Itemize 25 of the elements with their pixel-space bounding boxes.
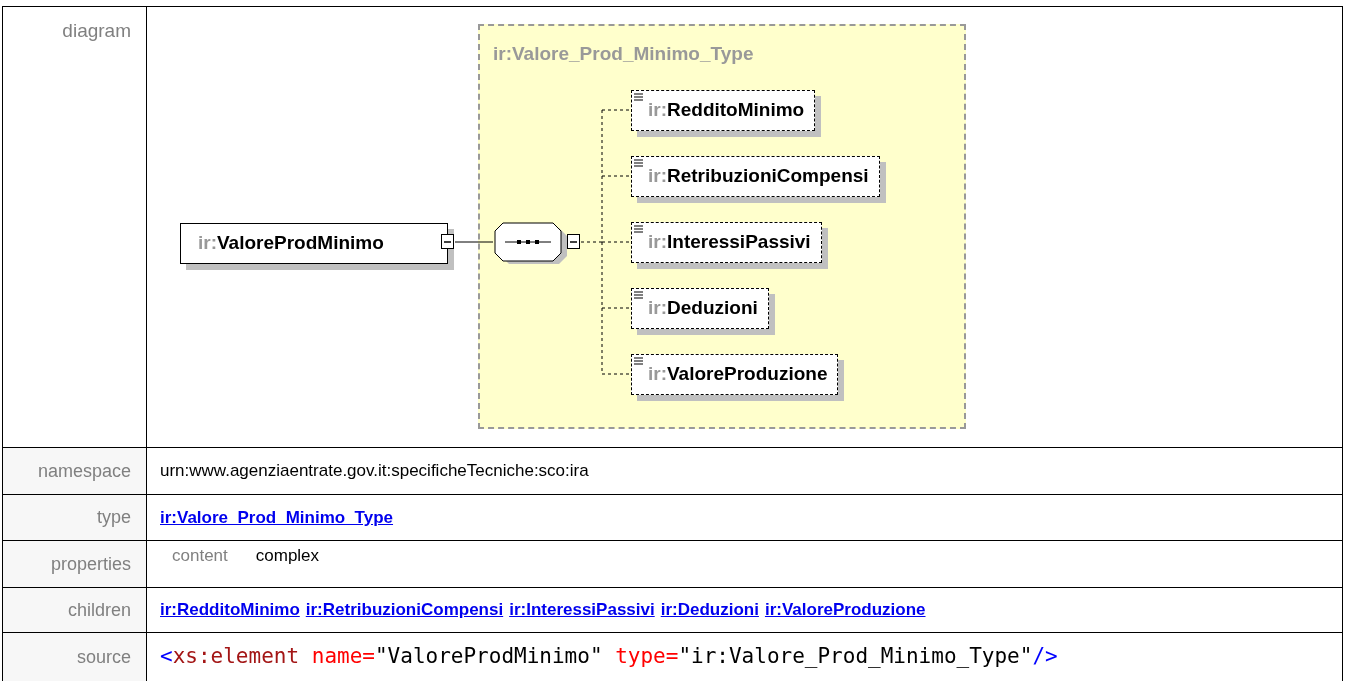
property-value: complex bbox=[255, 545, 320, 567]
source-code: <xs:element name="ValoreProdMinimo" type="ir:Valore_Prod_Minimo_Type"/> bbox=[160, 643, 1058, 671]
connector-line bbox=[455, 241, 493, 243]
collapse-icon[interactable] bbox=[567, 234, 581, 250]
lines-icon bbox=[634, 357, 643, 366]
lines-icon bbox=[634, 93, 643, 102]
collapse-icon[interactable] bbox=[441, 234, 455, 250]
namespace-value: urn:www.agenziaentrate.gov.it:specificheTecniche:sco:ira bbox=[160, 460, 589, 483]
child-link[interactable]: ir:ValoreProduzione bbox=[764, 597, 926, 623]
row-label: children bbox=[67, 598, 131, 622]
child-link[interactable]: ir:Deduzioni bbox=[660, 597, 759, 623]
lines-icon bbox=[634, 225, 643, 234]
lines-icon bbox=[634, 159, 643, 168]
row-label: type bbox=[96, 506, 131, 529]
row-label: diagram bbox=[62, 20, 131, 41]
lines-icon bbox=[634, 291, 643, 300]
child-link[interactable]: ir:InteressiPassivi bbox=[509, 597, 655, 623]
child-link[interactable]: ir:RedditoMinimo bbox=[160, 597, 300, 623]
row-label: properties bbox=[50, 552, 131, 576]
child-link[interactable]: ir:RetribuzioniCompensi bbox=[305, 597, 504, 623]
row-label: source bbox=[76, 645, 131, 669]
type-title: ir:Valore_Prod_Minimo_Type bbox=[493, 42, 754, 66]
property-name: content bbox=[172, 545, 228, 567]
row-label: namespace bbox=[37, 459, 131, 483]
type-link[interactable]: ir:Valore_Prod_Minimo_Type bbox=[160, 504, 394, 531]
